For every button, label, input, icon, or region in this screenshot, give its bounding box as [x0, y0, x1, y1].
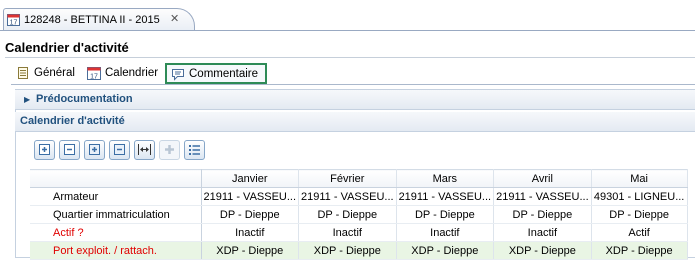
table-row: Port exploit. / rattach. XDP - Dieppe XD… [30, 241, 688, 260]
section-calendrier-activite: Calendrier d'activité [15, 112, 695, 132]
expand-icon [89, 144, 100, 155]
svg-text:17: 17 [10, 20, 18, 27]
grid-cell[interactable]: 21911 - VASSEU... [493, 187, 592, 206]
expand-all-button[interactable] [34, 140, 55, 160]
expand-button[interactable] [84, 140, 105, 160]
list-button[interactable] [184, 140, 205, 160]
grid-cell[interactable]: XDP - Dieppe [201, 241, 300, 260]
editor-tab-bar: 17 128248 - BETTINA II - 2015 ✕ [0, 0, 695, 31]
row-label: Actif ? [30, 223, 202, 242]
grid-cell[interactable]: Inactif [201, 223, 300, 242]
title-divider [5, 57, 695, 58]
column-header[interactable]: Février [298, 169, 397, 188]
document-icon [18, 67, 28, 79]
grid-corner [30, 169, 202, 188]
grid-cell[interactable]: DP - Dieppe [396, 205, 495, 224]
tab-divider [0, 30, 695, 31]
collapse-button[interactable] [109, 140, 130, 160]
section-predocumentation[interactable]: ▶ Prédocumentation [15, 90, 695, 110]
expand-all-icon [39, 144, 50, 155]
editor-tab-title: 128248 - BETTINA II - 2015 [24, 14, 160, 26]
table-row: Armateur 21911 - VASSEU... 21911 - VASSE… [30, 187, 688, 206]
grid-cell[interactable]: 21911 - VASSEU... [298, 187, 397, 206]
plus-icon [165, 145, 174, 154]
grid-cell[interactable]: XDP - Dieppe [591, 241, 688, 260]
comment-icon [172, 68, 184, 81]
grid-cell[interactable]: XDP - Dieppe [396, 241, 495, 260]
expand-arrow-icon[interactable]: ▶ [24, 95, 30, 104]
calendar-toolbar [34, 140, 205, 162]
grid-cell[interactable]: DP - Dieppe [591, 205, 688, 224]
tab-commentaire[interactable]: Commentaire [165, 63, 267, 84]
page-title: Calendrier d'activité [5, 40, 129, 55]
column-header[interactable]: Mars [396, 169, 495, 188]
calendar-grid: Janvier Février Mars Avril Mai Armateur … [30, 169, 688, 260]
list-icon [189, 145, 200, 155]
column-header[interactable]: Avril [493, 169, 592, 188]
subtabs-divider [11, 84, 695, 85]
calendar-icon: 17 [87, 67, 101, 81]
column-header[interactable]: Mai [591, 169, 688, 188]
tab-general[interactable]: Général [16, 64, 75, 82]
grid-cell[interactable]: DP - Dieppe [493, 205, 592, 224]
grid-cell[interactable]: 49301 - LIGNEU... [591, 187, 688, 206]
table-row: Quartier immatriculation DP - Dieppe DP … [30, 205, 688, 224]
fit-columns-button[interactable] [134, 140, 155, 160]
grid-cell[interactable]: DP - Dieppe [298, 205, 397, 224]
tab-general-label: Général [34, 67, 75, 79]
tab-commentaire-label: Commentaire [189, 67, 259, 80]
row-label: Quartier immatriculation [30, 205, 202, 224]
grid-cell[interactable]: 21911 - VASSEU... [396, 187, 495, 206]
section-calendrier-label: Calendrier d'activité [20, 115, 125, 127]
row-label: Armateur [30, 187, 202, 206]
fit-columns-icon [138, 144, 151, 155]
add-button[interactable] [159, 140, 180, 160]
close-icon[interactable]: ✕ [170, 12, 179, 25]
editor-tab[interactable]: 17 128248 - BETTINA II - 2015 ✕ [3, 8, 195, 31]
grid-cell[interactable]: Inactif [493, 223, 592, 242]
grid-cell[interactable]: DP - Dieppe [201, 205, 300, 224]
grid-cell[interactable]: Actif [591, 223, 688, 242]
collapse-all-icon [64, 144, 75, 155]
collapse-icon [114, 144, 125, 155]
grid-cell[interactable]: XDP - Dieppe [493, 241, 592, 260]
calendar-icon: 17 [7, 14, 20, 27]
grid-cell[interactable]: Inactif [396, 223, 495, 242]
table-row: Actif ? Inactif Inactif Inactif Inactif … [30, 223, 688, 242]
collapse-all-button[interactable] [59, 140, 80, 160]
grid-cell[interactable]: Inactif [298, 223, 397, 242]
row-label: Port exploit. / rattach. [30, 241, 202, 260]
tab-calendrier-label: Calendrier [105, 67, 159, 79]
tab-calendrier[interactable]: 17 Calendrier [87, 64, 158, 82]
svg-text:17: 17 [90, 74, 98, 81]
grid-cell[interactable]: XDP - Dieppe [298, 241, 397, 260]
column-header[interactable]: Janvier [201, 169, 300, 188]
section-predocumentation-label: Prédocumentation [36, 93, 133, 105]
grid-cell[interactable]: 21911 - VASSEU... [201, 187, 300, 206]
grid-header-row: Janvier Février Mars Avril Mai [30, 169, 688, 188]
